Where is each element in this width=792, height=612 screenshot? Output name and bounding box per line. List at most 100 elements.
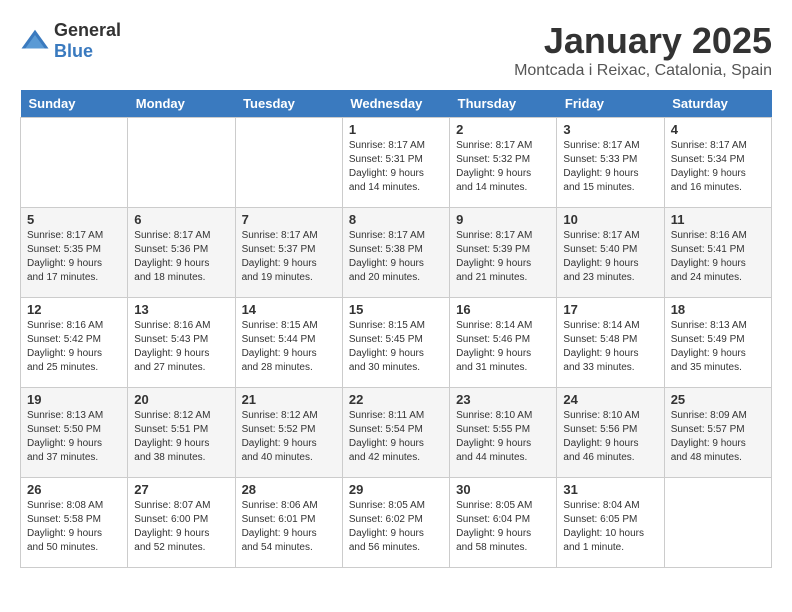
weekday-header-row: SundayMondayTuesdayWednesdayThursdayFrid…	[21, 90, 772, 118]
day-number: 8	[349, 212, 443, 227]
day-info: Sunrise: 8:05 AM Sunset: 6:02 PM Dayligh…	[349, 499, 443, 555]
day-number: 6	[134, 212, 228, 227]
day-info: Sunrise: 8:14 AM Sunset: 5:46 PM Dayligh…	[456, 319, 550, 375]
calendar-cell: 31Sunrise: 8:04 AM Sunset: 6:05 PM Dayli…	[557, 478, 664, 568]
calendar-cell: 22 Sunrise: 8:11 AM Sunset: 5:54 PM Dayli…	[342, 388, 449, 478]
calendar-cell: 21 Sunrise: 8:12 AM Sunset: 5:52 PM Dayli…	[235, 388, 342, 478]
day-info: Sunrise: 8:16 AM Sunset: 5:42 PM Dayligh…	[27, 319, 121, 375]
calendar-week-row: 26 Sunrise: 8:08 AM Sunset: 5:58 PM Dayli…	[21, 478, 772, 568]
day-info: Sunrise: 8:17 AM Sunset: 5:33 PM Dayligh…	[563, 139, 657, 195]
calendar-cell	[128, 118, 235, 208]
day-info: Sunrise: 8:17 AM Sunset: 5:39 PM Dayligh…	[456, 229, 550, 285]
weekday-header-monday: Monday	[128, 90, 235, 118]
weekday-header-tuesday: Tuesday	[235, 90, 342, 118]
day-info: Sunrise: 8:12 AM Sunset: 5:51 PM Dayligh…	[134, 409, 228, 465]
logo-general-text: General	[54, 20, 121, 40]
calendar-cell: 29 Sunrise: 8:05 AM Sunset: 6:02 PM Dayli…	[342, 478, 449, 568]
day-info: Sunrise: 8:04 AM Sunset: 6:05 PM Dayligh…	[563, 499, 657, 555]
logo: General Blue	[20, 20, 121, 62]
day-number: 5	[27, 212, 121, 227]
day-number: 3	[563, 122, 657, 137]
day-info: Sunrise: 8:17 AM Sunset: 5:38 PM Dayligh…	[349, 229, 443, 285]
day-number: 4	[671, 122, 765, 137]
day-info: Sunrise: 8:14 AM Sunset: 5:48 PM Dayligh…	[563, 319, 657, 375]
day-number: 9	[456, 212, 550, 227]
location-title: Montcada i Reixac, Catalonia, Spain	[514, 62, 772, 80]
day-info: Sunrise: 8:10 AM Sunset: 5:55 PM Dayligh…	[456, 409, 550, 465]
calendar-cell: 19 Sunrise: 8:13 AM Sunset: 5:50 PM Dayli…	[21, 388, 128, 478]
day-number: 2	[456, 122, 550, 137]
day-info: Sunrise: 8:17 AM Sunset: 5:31 PM Dayligh…	[349, 139, 443, 195]
calendar-header: SundayMondayTuesdayWednesdayThursdayFrid…	[21, 90, 772, 118]
day-info: Sunrise: 8:11 AM Sunset: 5:54 PM Dayligh…	[349, 409, 443, 465]
day-number: 25	[671, 392, 765, 407]
day-number: 1	[349, 122, 443, 137]
day-number: 27	[134, 482, 228, 497]
day-number: 12	[27, 302, 121, 317]
calendar-cell: 16 Sunrise: 8:14 AM Sunset: 5:46 PM Dayli…	[450, 298, 557, 388]
day-number: 28	[242, 482, 336, 497]
calendar-cell: 27Sunrise: 8:07 AM Sunset: 6:00 PM Dayli…	[128, 478, 235, 568]
day-number: 23	[456, 392, 550, 407]
calendar-week-row: 5 Sunrise: 8:17 AM Sunset: 5:35 PM Daylig…	[21, 208, 772, 298]
day-number: 11	[671, 212, 765, 227]
day-info: Sunrise: 8:10 AM Sunset: 5:56 PM Dayligh…	[563, 409, 657, 465]
day-info: Sunrise: 8:15 AM Sunset: 5:44 PM Dayligh…	[242, 319, 336, 375]
day-number: 30	[456, 482, 550, 497]
day-info: Sunrise: 8:08 AM Sunset: 5:58 PM Dayligh…	[27, 499, 121, 555]
calendar-cell: 3 Sunrise: 8:17 AM Sunset: 5:33 PM Daylig…	[557, 118, 664, 208]
calendar-cell: 17 Sunrise: 8:14 AM Sunset: 5:48 PM Dayli…	[557, 298, 664, 388]
day-info: Sunrise: 8:12 AM Sunset: 5:52 PM Dayligh…	[242, 409, 336, 465]
day-number: 19	[27, 392, 121, 407]
day-number: 26	[27, 482, 121, 497]
day-info: Sunrise: 8:17 AM Sunset: 5:36 PM Dayligh…	[134, 229, 228, 285]
day-number: 21	[242, 392, 336, 407]
day-number: 15	[349, 302, 443, 317]
calendar-cell	[664, 478, 771, 568]
calendar-cell: 1 Sunrise: 8:17 AM Sunset: 5:31 PM Daylig…	[342, 118, 449, 208]
calendar-body: 1 Sunrise: 8:17 AM Sunset: 5:31 PM Daylig…	[21, 118, 772, 568]
day-number: 20	[134, 392, 228, 407]
day-number: 7	[242, 212, 336, 227]
day-number: 17	[563, 302, 657, 317]
weekday-header-thursday: Thursday	[450, 90, 557, 118]
calendar-cell: 30 Sunrise: 8:05 AM Sunset: 6:04 PM Dayli…	[450, 478, 557, 568]
calendar-week-row: 1 Sunrise: 8:17 AM Sunset: 5:31 PM Daylig…	[21, 118, 772, 208]
weekday-header-saturday: Saturday	[664, 90, 771, 118]
day-info: Sunrise: 8:13 AM Sunset: 5:50 PM Dayligh…	[27, 409, 121, 465]
calendar-table: SundayMondayTuesdayWednesdayThursdayFrid…	[20, 90, 772, 568]
day-number: 13	[134, 302, 228, 317]
day-info: Sunrise: 8:17 AM Sunset: 5:40 PM Dayligh…	[563, 229, 657, 285]
day-number: 16	[456, 302, 550, 317]
calendar-cell: 20 Sunrise: 8:12 AM Sunset: 5:51 PM Dayli…	[128, 388, 235, 478]
month-title: January 2025	[514, 20, 772, 62]
calendar-cell: 28 Sunrise: 8:06 AM Sunset: 6:01 PM Dayli…	[235, 478, 342, 568]
weekday-header-friday: Friday	[557, 90, 664, 118]
day-number: 14	[242, 302, 336, 317]
calendar-cell: 26 Sunrise: 8:08 AM Sunset: 5:58 PM Dayli…	[21, 478, 128, 568]
calendar-cell: 23 Sunrise: 8:10 AM Sunset: 5:55 PM Dayli…	[450, 388, 557, 478]
logo-blue-text: Blue	[54, 41, 93, 61]
day-number: 29	[349, 482, 443, 497]
calendar-cell: 2Sunrise: 8:17 AM Sunset: 5:32 PM Daylig…	[450, 118, 557, 208]
calendar-cell: 18Sunrise: 8:13 AM Sunset: 5:49 PM Dayli…	[664, 298, 771, 388]
day-info: Sunrise: 8:16 AM Sunset: 5:43 PM Dayligh…	[134, 319, 228, 375]
day-info: Sunrise: 8:06 AM Sunset: 6:01 PM Dayligh…	[242, 499, 336, 555]
calendar-cell: 7Sunrise: 8:17 AM Sunset: 5:37 PM Daylig…	[235, 208, 342, 298]
calendar-cell: 4 Sunrise: 8:17 AM Sunset: 5:34 PM Daylig…	[664, 118, 771, 208]
calendar-cell: 11 Sunrise: 8:16 AM Sunset: 5:41 PM Dayli…	[664, 208, 771, 298]
day-info: Sunrise: 8:17 AM Sunset: 5:35 PM Dayligh…	[27, 229, 121, 285]
calendar-week-row: 12 Sunrise: 8:16 AM Sunset: 5:42 PM Dayli…	[21, 298, 772, 388]
day-info: Sunrise: 8:17 AM Sunset: 5:34 PM Dayligh…	[671, 139, 765, 195]
calendar-cell: 15Sunrise: 8:15 AM Sunset: 5:45 PM Dayli…	[342, 298, 449, 388]
day-info: Sunrise: 8:16 AM Sunset: 5:41 PM Dayligh…	[671, 229, 765, 285]
title-area: January 2025 Montcada i Reixac, Cataloni…	[514, 20, 772, 80]
calendar-cell: 5 Sunrise: 8:17 AM Sunset: 5:35 PM Daylig…	[21, 208, 128, 298]
weekday-header-wednesday: Wednesday	[342, 90, 449, 118]
calendar-cell: 8 Sunrise: 8:17 AM Sunset: 5:38 PM Daylig…	[342, 208, 449, 298]
day-number: 22	[349, 392, 443, 407]
calendar-cell	[235, 118, 342, 208]
day-number: 10	[563, 212, 657, 227]
calendar-cell: 6 Sunrise: 8:17 AM Sunset: 5:36 PM Daylig…	[128, 208, 235, 298]
day-info: Sunrise: 8:05 AM Sunset: 6:04 PM Dayligh…	[456, 499, 550, 555]
